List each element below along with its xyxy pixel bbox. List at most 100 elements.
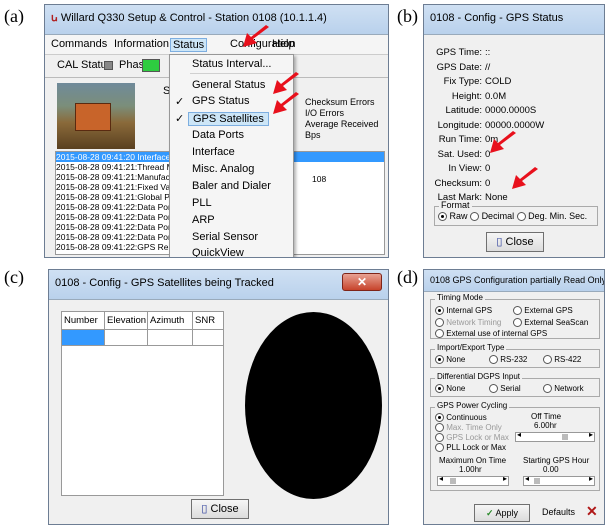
format-decimal-label: Decimal: [481, 211, 515, 221]
table-row[interactable]: [62, 330, 223, 346]
menu-item-serial-sensor[interactable]: Serial Sensor: [192, 231, 258, 243]
check-icon: ✓: [485, 508, 494, 518]
menu-item-pll[interactable]: PLL: [192, 197, 212, 209]
network-timing-radio: [435, 318, 444, 328]
fix-type-row: Fix Type: COLD: [443, 76, 512, 87]
menu-item-data-ports[interactable]: Data Ports: [192, 129, 244, 141]
start-hour-value: 0.00: [543, 465, 559, 474]
column-number: Number: [62, 312, 105, 329]
format-group: Format Raw Decimal Deg. Min. Sec.: [434, 200, 598, 226]
menu-item-status-interval[interactable]: Status Interval...: [192, 58, 271, 70]
apply-label: Apply: [495, 508, 519, 518]
gps-config-title: 0108 GPS Configuration partially Read On…: [430, 275, 605, 285]
menu-help[interactable]: Help: [272, 38, 295, 50]
apply-button[interactable]: ✓ Apply: [474, 504, 530, 522]
column-elevation: Elevation: [105, 312, 148, 329]
timing-mode-group: Timing Mode Internal GPS External GPS Ne…: [430, 293, 600, 339]
main-window: ꭎ Willard Q330 Setup & Control - Station…: [44, 4, 389, 258]
log-suffix: 108: [312, 174, 327, 184]
satellites-close-button[interactable]: ▯ Close: [191, 499, 249, 519]
max-on-time-label: Maximum On Time: [439, 456, 507, 465]
satellites-title: 0108 - Config - GPS Satellites being Tra…: [55, 277, 274, 289]
dgps-serial-radio[interactable]: [489, 384, 498, 394]
external-gps-radio[interactable]: [513, 306, 522, 316]
dgps-none-radio[interactable]: [435, 384, 444, 394]
external-gps-label: External GPS: [524, 306, 573, 315]
ie-none-radio[interactable]: [435, 355, 444, 365]
continuous-radio[interactable]: [435, 413, 444, 423]
gps-lock-label: GPS Lock or Max: [446, 433, 509, 442]
import-export-group: Import/Export Type None RS-232 RS-422: [430, 343, 600, 368]
satellites-titlebar: 0108 - Config - GPS Satellites being Tra…: [49, 270, 388, 300]
format-dms-radio[interactable]: [516, 212, 526, 222]
dgps-network-label: Network: [554, 384, 584, 393]
menu-item-baler-dialer[interactable]: Baler and Dialer: [192, 180, 271, 192]
menu-item-quickview[interactable]: QuickView: [192, 247, 244, 257]
main-titlebar: ꭎ Willard Q330 Setup & Control - Station…: [45, 5, 388, 35]
ie-rs422-label: RS-422: [554, 355, 582, 364]
timing-mode-legend: Timing Mode: [435, 293, 485, 302]
gps-lock-radio: [435, 433, 444, 443]
check-icon: ✓: [175, 96, 185, 108]
format-raw-radio[interactable]: [438, 212, 447, 222]
menu-item-gps-satellites[interactable]: GPS Satellites: [188, 112, 269, 126]
pll-lock-radio[interactable]: [435, 443, 444, 453]
menu-item-arp[interactable]: ARP: [192, 214, 215, 226]
red-arrow-icon: [490, 131, 516, 153]
off-time-slider[interactable]: [515, 430, 595, 442]
ie-rs232-radio[interactable]: [489, 355, 498, 365]
external-internal-gps-label: External use of internal GPS: [446, 329, 548, 338]
column-azimuth: Azimuth: [148, 312, 193, 329]
avg-bps-label: Average Received Bps: [305, 119, 379, 140]
menu-commands[interactable]: Commands: [51, 38, 107, 50]
ie-none-label: None: [446, 355, 466, 364]
station-photo: [57, 83, 135, 149]
power-cycling-legend: GPS Power Cycling: [435, 401, 510, 410]
close-door-icon: ▯: [496, 236, 503, 248]
dgps-none-label: None: [446, 384, 466, 393]
menu-item-general-status[interactable]: General Status: [192, 79, 265, 91]
check-icon: ✓: [175, 113, 185, 125]
external-seascan-radio[interactable]: [513, 318, 522, 328]
dgps-network-radio[interactable]: [543, 384, 552, 394]
format-dms-label: Deg. Min. Sec.: [528, 211, 588, 221]
satellites-close-label: Close: [210, 503, 239, 515]
start-hour-label: Starting GPS Hour: [523, 456, 590, 465]
format-legend: Format: [439, 200, 472, 210]
format-decimal-radio[interactable]: [470, 212, 480, 222]
menu-item-interface[interactable]: Interface: [192, 146, 235, 158]
red-arrow-icon: [243, 25, 269, 47]
checksum-errors-label: Checksum Errors: [305, 97, 375, 107]
defaults-button[interactable]: Defaults: [542, 507, 575, 517]
gps-status-titlebar: 0108 - Config - GPS Status: [424, 5, 604, 35]
io-errors-label: I/O Errors: [305, 108, 345, 118]
import-export-legend: Import/Export Type: [435, 343, 507, 352]
internal-gps-label: Internal GPS: [446, 306, 493, 315]
gps-date-row: GPS Date://: [436, 61, 491, 73]
menu-item-gps-status[interactable]: GPS Status: [192, 95, 249, 107]
gps-status-window: 0108 - Config - GPS Status GPS Time::: G…: [423, 4, 605, 258]
start-hour-slider[interactable]: [523, 474, 595, 486]
menu-item-misc-analog[interactable]: Misc. Analog: [192, 163, 254, 175]
off-time-value: 6.00hr: [534, 421, 557, 430]
menu-status[interactable]: Status: [170, 38, 208, 52]
close-icon[interactable]: ✕: [342, 273, 382, 291]
network-timing-label: Network Timing: [446, 318, 502, 327]
internal-gps-radio[interactable]: [435, 306, 444, 316]
cancel-icon[interactable]: ✕: [586, 503, 598, 520]
dgps-group: Differential DGPS Input None Serial Netw…: [430, 372, 600, 397]
max-time-only-radio: [435, 423, 444, 433]
gps-status-title: 0108 - Config - GPS Status: [430, 12, 564, 24]
external-internal-gps-radio[interactable]: [435, 329, 444, 339]
gps-status-close-label: Close: [505, 236, 534, 248]
ie-rs422-radio[interactable]: [543, 355, 552, 365]
red-arrow-icon: [512, 167, 538, 189]
menu-information[interactable]: Information: [114, 38, 169, 50]
table-header: Number Elevation Azimuth SNR: [62, 312, 223, 330]
close-door-icon: ▯: [201, 503, 208, 515]
gps-config-window: 0108 GPS Configuration partially Read On…: [423, 269, 605, 525]
gps-time-row: GPS Time:::: [436, 47, 491, 58]
gps-status-close-button[interactable]: ▯ Close: [486, 232, 544, 252]
ie-rs232-label: RS-232: [500, 355, 528, 364]
max-on-time-slider[interactable]: [437, 474, 509, 486]
